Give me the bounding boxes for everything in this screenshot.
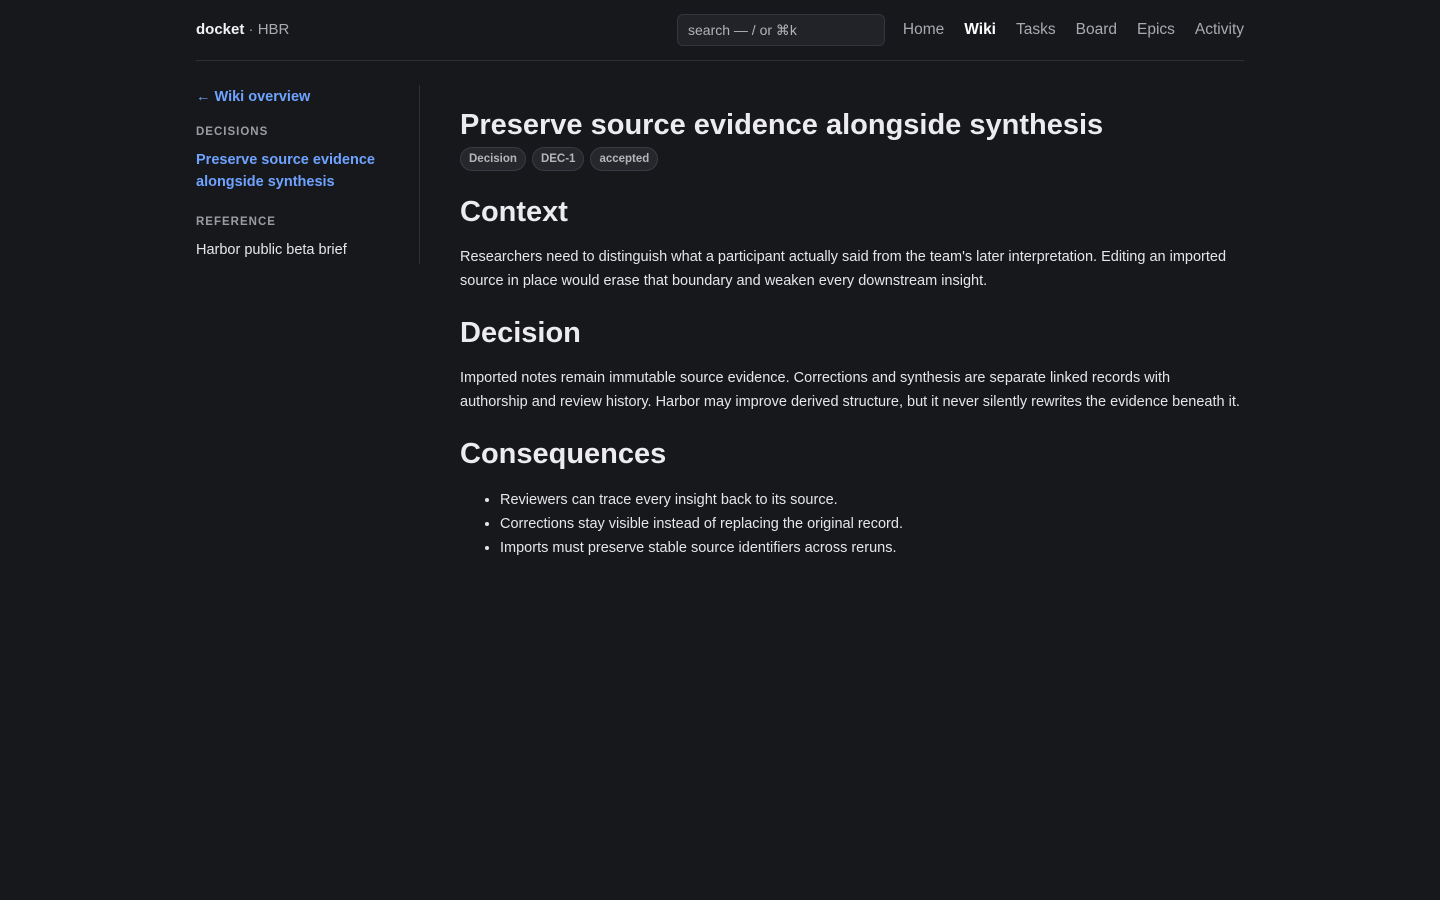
search-input[interactable]	[677, 14, 885, 46]
top-bar: docket · HBR Home Wiki Tasks Board Epics…	[196, 0, 1244, 61]
wiki-article: Preserve source evidence alongside synth…	[460, 106, 1240, 560]
brand-separator: ·	[244, 21, 258, 38]
list-item: Reviewers can trace every insight back t…	[500, 488, 1240, 512]
nav-wiki[interactable]: Wiki	[964, 19, 996, 41]
list-item: Imports must preserve stable source iden…	[500, 536, 1240, 560]
id-badge: DEC-1	[531, 147, 585, 171]
badge-row: Decision DEC-1 accepted	[460, 147, 1240, 171]
consequences-heading: Consequences	[460, 438, 667, 470]
sidebar-item-harbor-public-beta-brief[interactable]: Harbor public beta brief	[196, 239, 396, 261]
main-nav: Home Wiki Tasks Board Epics Activity	[903, 19, 1244, 41]
wiki-overview-link[interactable]: ← Wiki overview	[196, 87, 310, 107]
brand-name: docket	[196, 21, 245, 38]
workspace-name: HBR	[257, 21, 290, 38]
nav-tasks[interactable]: Tasks	[1016, 19, 1056, 41]
status-badge: accepted	[590, 147, 659, 171]
wiki-sidebar: ← Wiki overview DECISIONS Preserve sourc…	[196, 85, 420, 264]
nav-home[interactable]: Home	[903, 19, 944, 41]
context-heading: Context	[460, 196, 568, 228]
decision-heading: Decision	[460, 317, 581, 349]
context-paragraph: Researchers need to distinguish what a p…	[460, 249, 1227, 289]
sidebar-section-decisions: DECISIONS	[196, 126, 269, 138]
list-item: Corrections stay visible instead of repl…	[500, 512, 1240, 536]
brand[interactable]: docket · HBR	[196, 20, 289, 40]
sidebar-section-reference: REFERENCE	[196, 216, 276, 228]
nav-activity[interactable]: Activity	[1195, 19, 1244, 41]
nav-board[interactable]: Board	[1076, 19, 1117, 41]
sidebar-item-preserve-source-evidence[interactable]: Preserve source evidence alongside synth…	[196, 149, 396, 193]
decision-paragraph: Imported notes remain immutable source e…	[460, 370, 1240, 410]
consequences-list: Reviewers can trace every insight back t…	[460, 488, 1240, 560]
type-badge: Decision	[460, 147, 526, 171]
nav-epics[interactable]: Epics	[1137, 19, 1175, 41]
page-title: Preserve source evidence alongside synth…	[460, 109, 1104, 141]
